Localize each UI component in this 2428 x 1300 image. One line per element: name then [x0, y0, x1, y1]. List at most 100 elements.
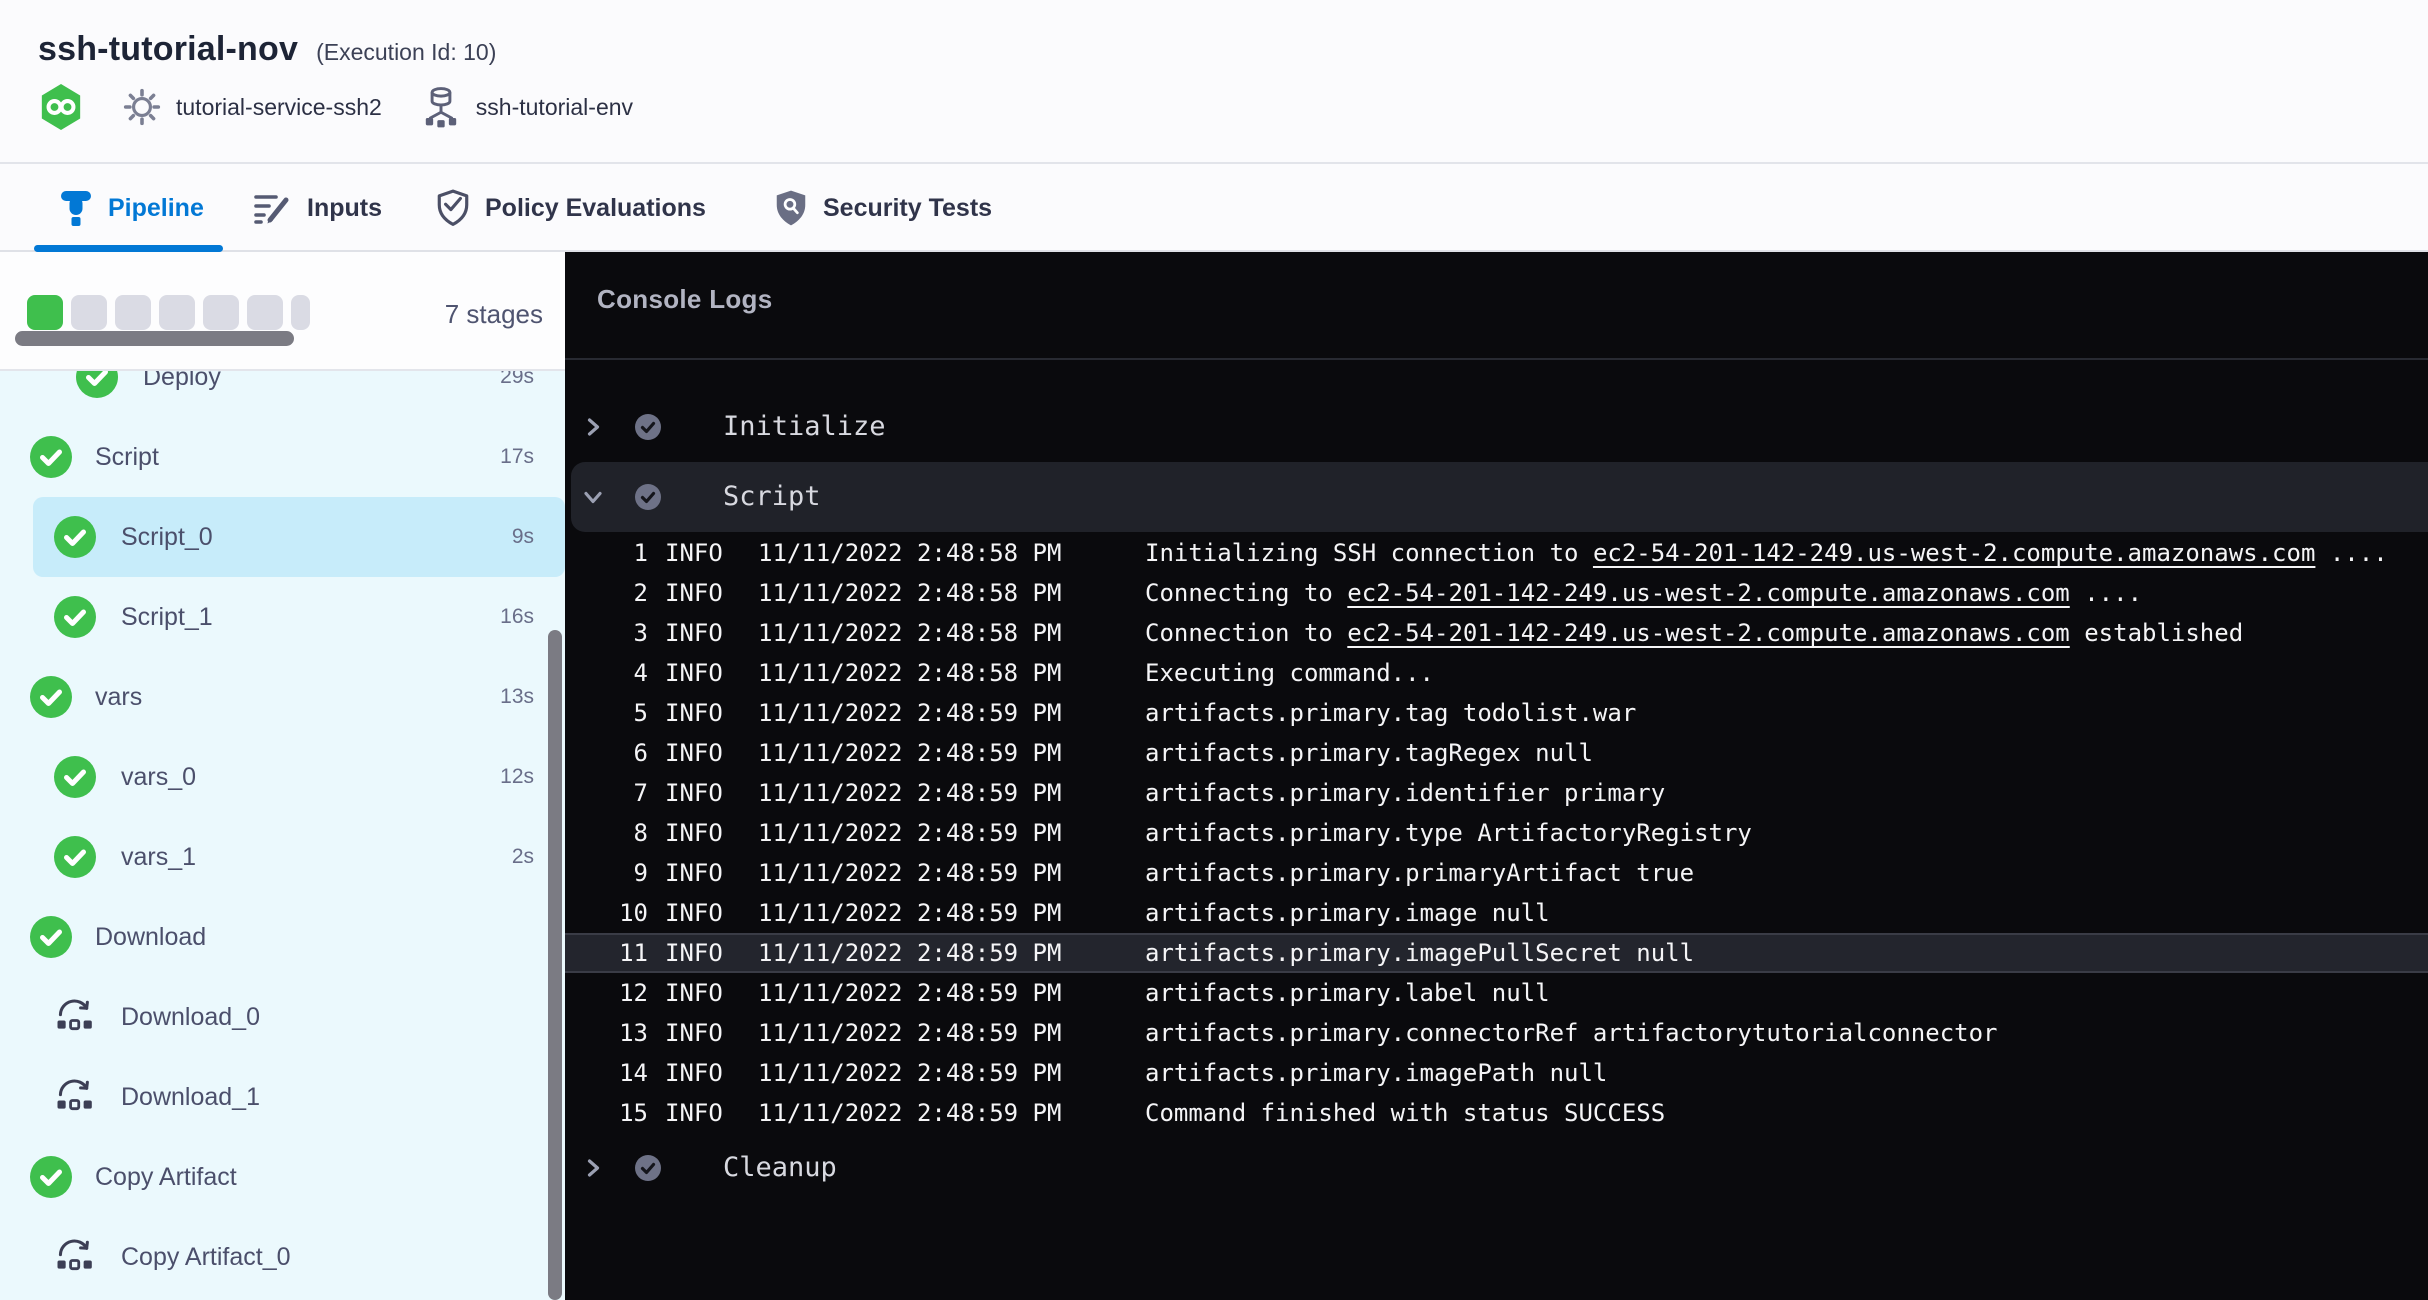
log-message: artifacts.primary.imagePullSecret null — [1145, 933, 2418, 973]
log-line-4: 4INFO11/11/2022 2:48:58 PMExecuting comm… — [565, 653, 2428, 693]
success-check-icon — [30, 916, 72, 958]
stage-label: vars_1 — [121, 817, 196, 897]
execution-tab-bar: Pipeline Inputs — [0, 166, 2428, 252]
log-line-3: 3INFO11/11/2022 2:48:58 PMConnection to … — [565, 613, 2428, 653]
log-level: INFO — [665, 853, 723, 893]
log-timestamp: 11/11/2022 2:48:59 PM — [758, 933, 1061, 973]
stage-row-download-1[interactable]: Download_1 — [0, 1057, 565, 1137]
stage-row-script-0[interactable]: Script_09s — [0, 497, 565, 577]
log-text: artifacts.primary.identifier primary — [1145, 779, 1665, 807]
log-line-13: 13INFO11/11/2022 2:48:59 PMartifacts.pri… — [565, 1013, 2428, 1053]
log-host-link[interactable]: ec2-54-201-142-249.us-west-2.compute.ama… — [1347, 619, 2069, 647]
log-line-15: 15INFO11/11/2022 2:48:59 PMCommand finis… — [565, 1093, 2428, 1133]
log-level: INFO — [665, 653, 723, 693]
stage-list: Deploy29s Script17s Script_09s Script_11… — [0, 371, 565, 1300]
log-level: INFO — [665, 573, 723, 613]
tab-pipeline[interactable]: Pipeline — [58, 166, 204, 250]
log-text: established — [2070, 619, 2243, 647]
stage-row-script-1[interactable]: Script_116s — [0, 577, 565, 657]
log-text: Executing command... — [1145, 659, 1434, 687]
log-text: artifacts.primary.type ArtifactoryRegist… — [1145, 819, 1752, 847]
stage-row-copy-artifact-0[interactable]: Copy Artifact_0 — [0, 1217, 565, 1297]
tab-inputs[interactable]: Inputs — [253, 166, 382, 250]
success-check-icon — [30, 436, 72, 478]
vertical-scrollbar[interactable] — [548, 630, 562, 1300]
chevron-down-icon[interactable] — [582, 486, 604, 508]
stage-progress-square — [159, 295, 195, 330]
log-host-link[interactable]: ec2-54-201-142-249.us-west-2.compute.ama… — [1347, 579, 2069, 607]
log-text: Connection to — [1145, 619, 1347, 647]
log-level: INFO — [665, 533, 723, 573]
log-message: Initializing SSH connection to ec2-54-20… — [1145, 533, 2418, 573]
log-timestamp: 11/11/2022 2:48:59 PM — [758, 733, 1061, 773]
success-check-icon — [54, 836, 96, 878]
log-line-1: 1INFO11/11/2022 2:48:58 PMInitializing S… — [565, 533, 2428, 573]
stage-label: Script_0 — [121, 497, 213, 577]
stage-row-copy-artifact[interactable]: Copy Artifact — [0, 1137, 565, 1217]
stage-row-vars-1[interactable]: vars_1 2s — [0, 817, 565, 897]
stage-label: vars_0 — [121, 737, 196, 817]
log-message: artifacts.primary.tagRegex null — [1145, 733, 2418, 773]
log-timestamp: 11/11/2022 2:48:58 PM — [758, 573, 1061, 613]
log-line-number: 15 — [565, 1093, 648, 1133]
rollback-step-icon — [54, 1076, 96, 1118]
stage-duration: 2s — [512, 817, 534, 897]
stage-progress-bar — [27, 295, 310, 330]
log-message: artifacts.primary.connectorRef artifacto… — [1145, 1013, 2418, 1053]
stage-row-vars[interactable]: vars13s — [0, 657, 565, 737]
page-title: ssh-tutorial-nov — [38, 30, 298, 69]
log-line-number: 5 — [565, 693, 648, 733]
log-message: artifacts.primary.primaryArtifact true — [1145, 853, 2418, 893]
rollback-step-icon — [54, 1236, 96, 1278]
stage-duration: 12s — [500, 737, 534, 817]
environment-icon — [420, 85, 462, 129]
log-timestamp: 11/11/2022 2:48:58 PM — [758, 653, 1061, 693]
console-section-initialize[interactable]: Initialize — [571, 392, 2428, 462]
console-section-cleanup[interactable]: Cleanup — [571, 1133, 2428, 1203]
stage-duration: 13s — [500, 657, 534, 737]
log-level: INFO — [665, 613, 723, 653]
console-section-label: Cleanup — [723, 1133, 837, 1203]
log-level: INFO — [665, 1053, 723, 1093]
log-level: INFO — [665, 1013, 723, 1053]
success-check-icon — [635, 414, 661, 440]
log-text: artifacts.primary.tag todolist.war — [1145, 699, 1636, 727]
log-line-2: 2INFO11/11/2022 2:48:58 PMConnecting to … — [565, 573, 2428, 613]
stage-row-script[interactable]: Script17s — [0, 417, 565, 497]
log-message: Connecting to ec2-54-201-142-249.us-west… — [1145, 573, 2418, 613]
log-timestamp: 11/11/2022 2:48:59 PM — [758, 893, 1061, 933]
log-timestamp: 11/11/2022 2:48:58 PM — [758, 613, 1061, 653]
log-text: Command finished with status SUCCESS — [1145, 1099, 1665, 1127]
log-message: Executing command... — [1145, 653, 2418, 693]
chevron-right-icon[interactable] — [582, 1157, 604, 1179]
log-line-number: 7 — [565, 773, 648, 813]
security-shield-icon — [773, 189, 809, 227]
log-host-link[interactable]: ec2-54-201-142-249.us-west-2.compute.ama… — [1593, 539, 2315, 567]
log-level: INFO — [665, 893, 723, 933]
horizontal-scrollbar[interactable] — [15, 331, 294, 346]
stage-progress-square — [71, 295, 107, 330]
stage-label: Deploy — [143, 371, 221, 417]
stage-label: Copy Artifact_0 — [121, 1217, 291, 1297]
console-section-script[interactable]: Script — [571, 462, 2428, 532]
log-text: artifacts.primary.image null — [1145, 899, 1550, 927]
stage-row-vars-0[interactable]: vars_0 12s — [0, 737, 565, 817]
log-line-number: 3 — [565, 613, 648, 653]
environment-name[interactable]: ssh-tutorial-env — [476, 94, 633, 121]
log-line-6: 6INFO11/11/2022 2:48:59 PMartifacts.prim… — [565, 733, 2428, 773]
stages-sidebar-header: 7 stages — [0, 252, 565, 371]
log-text: artifacts.primary.primaryArtifact true — [1145, 859, 1694, 887]
pipeline-execution-page: ssh-tutorial-nov (Execution Id: 10) — [0, 0, 2428, 1300]
execution-header: ssh-tutorial-nov (Execution Id: 10) — [0, 0, 2428, 164]
log-text: .... — [2070, 579, 2142, 607]
log-text: artifacts.primary.tagRegex null — [1145, 739, 1593, 767]
tab-policy-evaluations[interactable]: Policy Evaluations — [435, 166, 706, 250]
stage-row-download[interactable]: Download — [0, 897, 565, 977]
console-section-label: Script — [723, 462, 821, 532]
tab-security-tests[interactable]: Security Tests — [773, 166, 992, 250]
stage-row-download-0[interactable]: Download_0 — [0, 977, 565, 1057]
log-line-10: 10INFO11/11/2022 2:48:59 PMartifacts.pri… — [565, 893, 2428, 933]
chevron-right-icon[interactable] — [582, 416, 604, 438]
service-name[interactable]: tutorial-service-ssh2 — [176, 94, 382, 121]
stage-row-deploy[interactable]: Deploy29s — [0, 371, 565, 417]
